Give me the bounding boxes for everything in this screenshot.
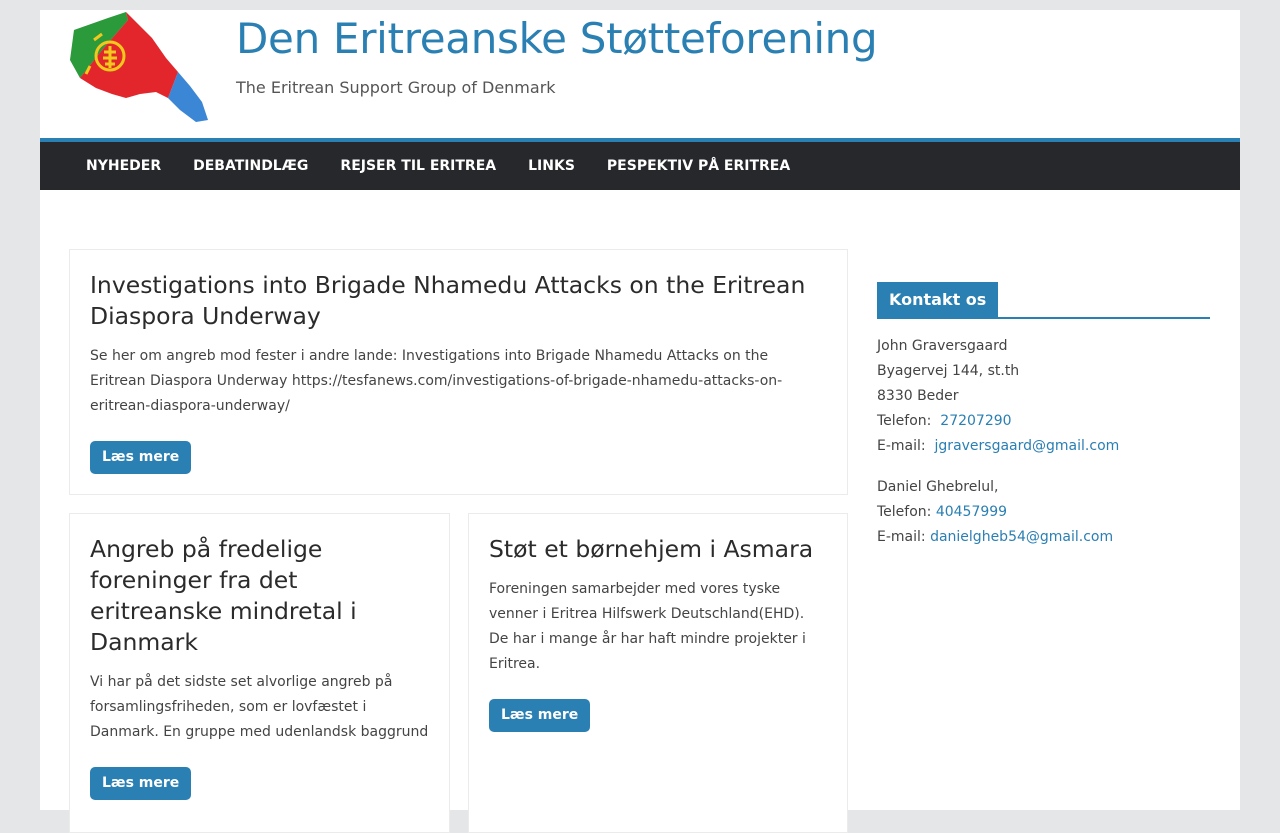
- phone-link[interactable]: 40457999: [936, 504, 1007, 520]
- contact-name: Daniel Ghebrelul,: [877, 479, 999, 495]
- post-excerpt: Se her om angreb mod fester i andre land…: [90, 348, 783, 414]
- phone-label: Telefon:: [877, 413, 932, 429]
- email-link[interactable]: jgraversgaard@gmail.com: [935, 438, 1120, 454]
- read-more-button[interactable]: Læs mere: [90, 441, 192, 474]
- post-title[interactable]: Angreb på fredelige foreninger fra det e…: [90, 534, 429, 658]
- post-card: Angreb på fredelige foreninger fra det e…: [69, 513, 450, 833]
- widget-title: Kontakt os: [877, 282, 999, 317]
- nav-item-nyheder[interactable]: NYHEDER: [70, 142, 177, 190]
- page-container: Den Eritreanske Støtteforening The Eritr…: [40, 10, 1240, 833]
- nav-item-links[interactable]: LINKS: [512, 142, 591, 190]
- main-navigation: NYHEDER DEBATINDLÆG REJSER TIL ERITREA L…: [40, 138, 1240, 190]
- site-title[interactable]: Den Eritreanske Støtteforening: [236, 14, 878, 63]
- phone-link[interactable]: 27207290: [940, 413, 1011, 429]
- post-card: Investigations into Brigade Nhamedu Atta…: [69, 249, 848, 495]
- nav-item-pespektiv-paa-eritrea[interactable]: PESPEKTIV PÅ ERITREA: [591, 142, 806, 190]
- contact-phone-row: Telefon: 40457999: [877, 500, 1210, 525]
- nav-item-rejser-til-eritrea[interactable]: REJSER TIL ERITREA: [324, 142, 512, 190]
- contact-address: Byagervej 144, st.th: [877, 363, 1020, 379]
- contact-city: 8330 Beder: [877, 388, 959, 404]
- post-excerpt: Foreningen samarbejder med vores tyske v…: [489, 581, 806, 672]
- contact-name: John Graversgaard: [877, 338, 1008, 354]
- contact-email-row: E-mail: jgraversgaard@gmail.com: [877, 434, 1210, 459]
- phone-label: Telefon:: [877, 504, 932, 520]
- read-more-button[interactable]: Læs mere: [90, 767, 192, 800]
- post-title[interactable]: Støt et børnehjem i Asmara: [489, 534, 827, 565]
- email-link[interactable]: danielgheb54@gmail.com: [930, 529, 1113, 545]
- site-description: The Eritrean Support Group of Denmark: [236, 78, 556, 97]
- email-label: E-mail:: [877, 529, 926, 545]
- read-more-button[interactable]: Læs mere: [489, 699, 591, 732]
- sidebar-widget-header: Kontakt os: [877, 282, 1210, 319]
- contact-phone-row: Telefon: 27207290: [877, 409, 1210, 434]
- nav-bar: NYHEDER DEBATINDLÆG REJSER TIL ERITREA L…: [40, 142, 1240, 190]
- post-title[interactable]: Investigations into Brigade Nhamedu Atta…: [90, 270, 827, 332]
- contact-info: John Graversgaard Byagervej 144, st.th 8…: [877, 334, 1210, 550]
- nav-item-debatindlaeg[interactable]: DEBATINDLÆG: [177, 142, 324, 190]
- post-card: Støt et børnehjem i Asmara Foreningen sa…: [468, 513, 848, 833]
- site-logo[interactable]: [68, 10, 210, 124]
- contact-email-row: E-mail: danielgheb54@gmail.com: [877, 525, 1210, 550]
- post-excerpt: Vi har på det sidste set alvorlige angre…: [90, 674, 429, 740]
- email-label: E-mail:: [877, 438, 926, 454]
- site-header: Den Eritreanske Støtteforening The Eritr…: [40, 10, 1240, 138]
